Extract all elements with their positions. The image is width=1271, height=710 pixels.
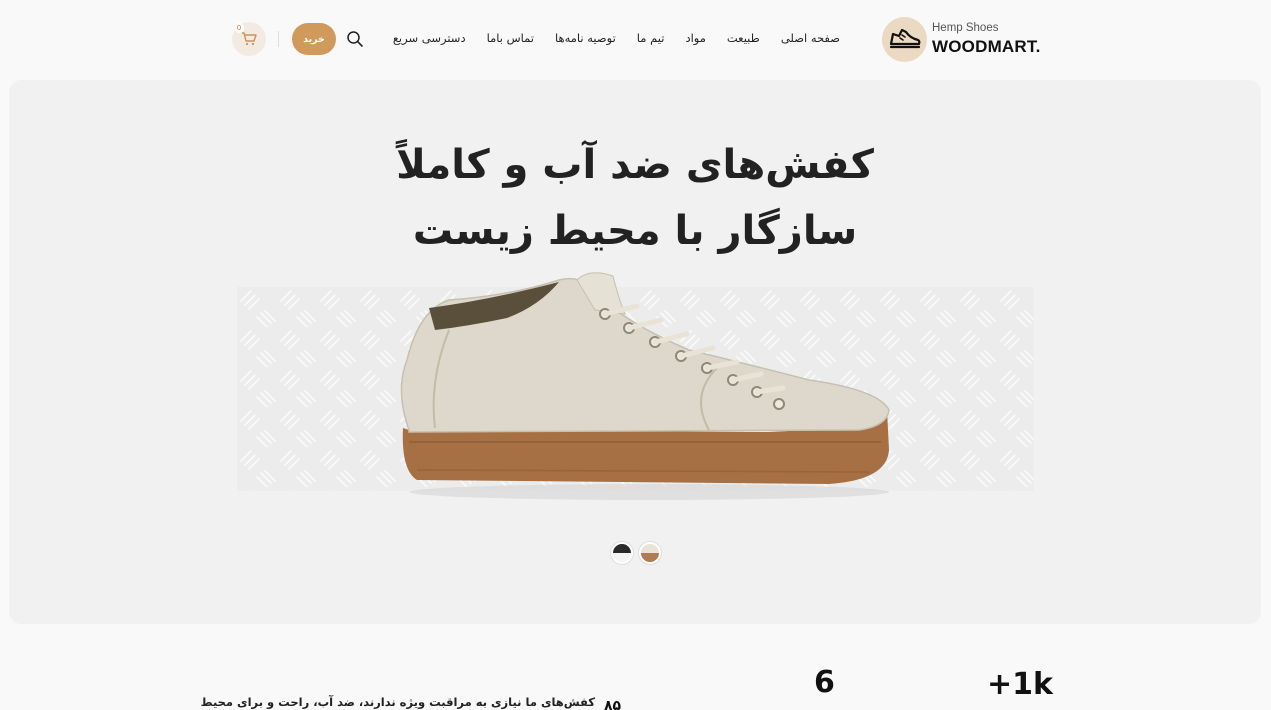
nav-item-materials[interactable]: مواد bbox=[685, 31, 705, 45]
stat-years-value: 6 bbox=[814, 665, 835, 700]
swatch-black-white[interactable] bbox=[611, 542, 633, 564]
stat-description: کفش‌های ما نیازی به مراقبت ویژه ندارند، … bbox=[200, 695, 595, 709]
stat-customers-value: +1k bbox=[987, 667, 1053, 702]
cart-button[interactable]: 0 bbox=[232, 22, 266, 56]
nav-item-team[interactable]: تیم ما bbox=[637, 31, 665, 45]
main-nav: صفحه اصلی طبیعت مواد تیم ما توصیه نامه‌ه… bbox=[393, 28, 850, 48]
swatch-top bbox=[613, 544, 631, 553]
nav-item-contact[interactable]: تماس باما bbox=[487, 31, 534, 45]
nav-item-testimonials[interactable]: توصیه نامه‌ها bbox=[555, 31, 616, 45]
brand-wordmark: WOODMART. bbox=[932, 37, 1041, 57]
hero-title-line-1: کفش‌های ضد آب و کاملاً bbox=[396, 142, 874, 188]
hero-banner: کفش‌های ضد آب و کاملاً سازگار با محیط زی… bbox=[9, 80, 1261, 624]
brand-logo[interactable]: Hemp Shoes WOODMART. bbox=[882, 14, 1042, 64]
hero-title: کفش‌های ضد آب و کاملاً سازگار با محیط زی… bbox=[9, 132, 1261, 264]
cart-count-badge: 0 bbox=[234, 23, 244, 33]
buy-button[interactable]: خرید bbox=[292, 23, 336, 55]
swatch-top bbox=[641, 544, 659, 553]
hero-title-line-2: سازگار با محیط زیست bbox=[412, 208, 858, 254]
nav-item-home[interactable]: صفحه اصلی bbox=[781, 31, 840, 45]
site-header: Hemp Shoes WOODMART. صفحه اصلی طبیعت موا… bbox=[0, 0, 1271, 78]
stats-section: +1k 6 کفش‌های ما نیازی به مراقبت ویژه ند… bbox=[0, 630, 1271, 710]
nav-item-quick-access[interactable]: دسترسی سریع bbox=[393, 31, 466, 45]
nav-item-nature[interactable]: طبیعت bbox=[727, 31, 760, 45]
stat-percent-value: ۸۵ bbox=[604, 698, 622, 710]
color-swatches bbox=[611, 542, 661, 564]
brand-name: Hemp Shoes WOODMART. bbox=[932, 21, 1041, 57]
swatch-bottom bbox=[641, 553, 659, 562]
header-divider bbox=[278, 31, 279, 47]
shoe-logo-icon bbox=[882, 16, 927, 62]
product-shoe-image bbox=[400, 272, 890, 500]
swatch-bottom bbox=[613, 553, 631, 562]
cart-icon bbox=[242, 32, 257, 46]
brand-tagline: Hemp Shoes bbox=[932, 21, 999, 34]
swatch-cream-brown[interactable] bbox=[639, 542, 661, 564]
search-icon[interactable] bbox=[346, 30, 364, 48]
